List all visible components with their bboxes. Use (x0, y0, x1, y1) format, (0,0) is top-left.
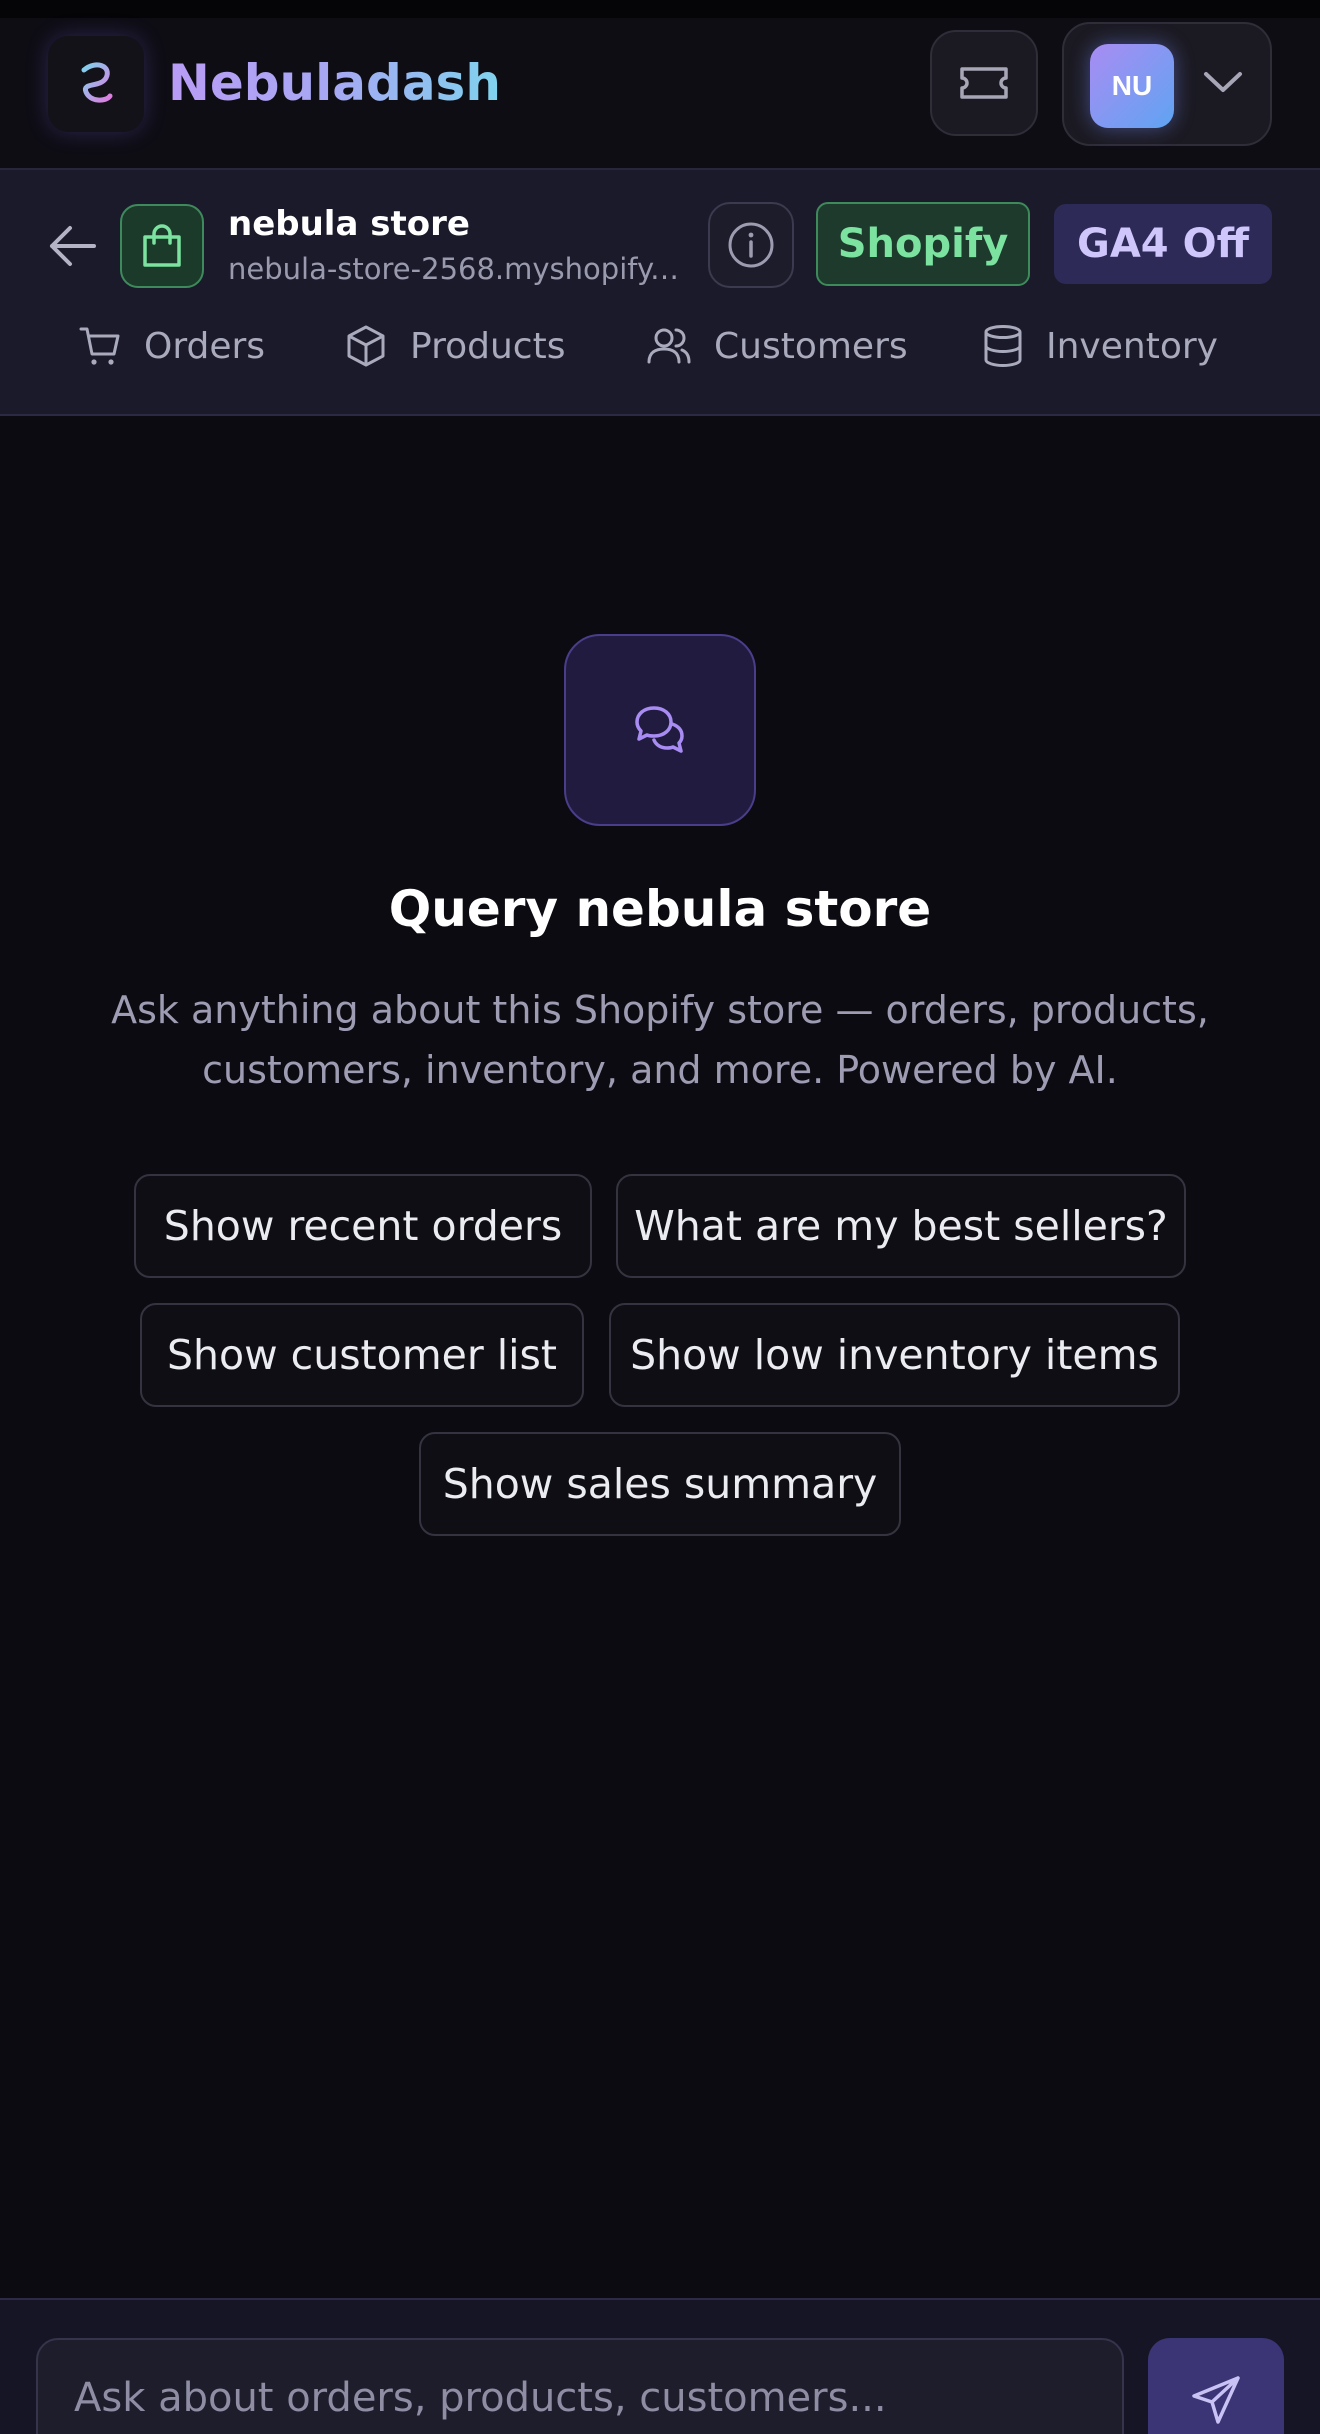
send-button[interactable] (1148, 2338, 1284, 2434)
shopping-bag-icon (143, 224, 181, 267)
send-icon (1192, 2376, 1240, 2424)
suggestion-chip[interactable]: Show sales summary (419, 1432, 901, 1536)
tab-label: Orders (144, 325, 266, 367)
info-icon (728, 222, 774, 268)
user-menu-button[interactable]: NU (1062, 22, 1272, 146)
users-icon (647, 328, 691, 364)
tab-products[interactable]: Products (344, 310, 565, 382)
database-icon (984, 325, 1022, 368)
store-name: nebula store (228, 204, 470, 244)
cart-icon (79, 327, 120, 365)
app-name: Nebuladash (168, 48, 501, 118)
query-icon-box (564, 634, 756, 826)
page-title: Query nebula store (388, 880, 932, 938)
platform-badge: Shopify (816, 202, 1030, 286)
tab-label: Customers (714, 325, 908, 367)
store-url: nebula-store-2568.myshopify.com (228, 252, 680, 286)
chat-bubbles-icon (635, 706, 684, 753)
tab-inventory[interactable]: Inventory (982, 310, 1218, 382)
status-strip (0, 0, 1320, 18)
chevron-down-icon (1204, 72, 1242, 92)
avatar: NU (1090, 44, 1174, 128)
suggestion-chip[interactable]: Show customer list (140, 1303, 584, 1407)
tab-label: Products (410, 325, 566, 367)
tab-label: Inventory (1046, 325, 1218, 367)
suggestion-chip[interactable]: Show recent orders (134, 1174, 592, 1278)
app-header: Nebuladash NU (0, 18, 1320, 168)
store-bar: nebula store nebula-store-2568.myshopify… (0, 168, 1320, 416)
store-info-button[interactable] (708, 202, 794, 288)
chat-composer (0, 2298, 1320, 2434)
swirl-logo-icon (81, 62, 113, 103)
chat-input[interactable] (36, 2338, 1124, 2434)
suggestion-chip[interactable]: What are my best sellers? (616, 1174, 1186, 1278)
tab-orders[interactable]: Orders (78, 310, 265, 382)
store-tabs: Orders Products Customers Inventory (0, 310, 1320, 382)
ticket-icon (960, 67, 1008, 99)
back-arrow-icon[interactable] (44, 218, 100, 274)
suggestion-chip[interactable]: Show low inventory items (609, 1303, 1180, 1407)
box-icon (347, 325, 385, 367)
app-logo[interactable] (48, 36, 144, 132)
store-icon (120, 204, 204, 288)
ga4-status-badge[interactable]: GA4 Off (1054, 204, 1272, 284)
page-description: Ask anything about this Shopify store — … (111, 988, 1209, 1092)
tab-customers[interactable]: Customers (646, 310, 908, 382)
ticket-button[interactable] (930, 30, 1038, 136)
